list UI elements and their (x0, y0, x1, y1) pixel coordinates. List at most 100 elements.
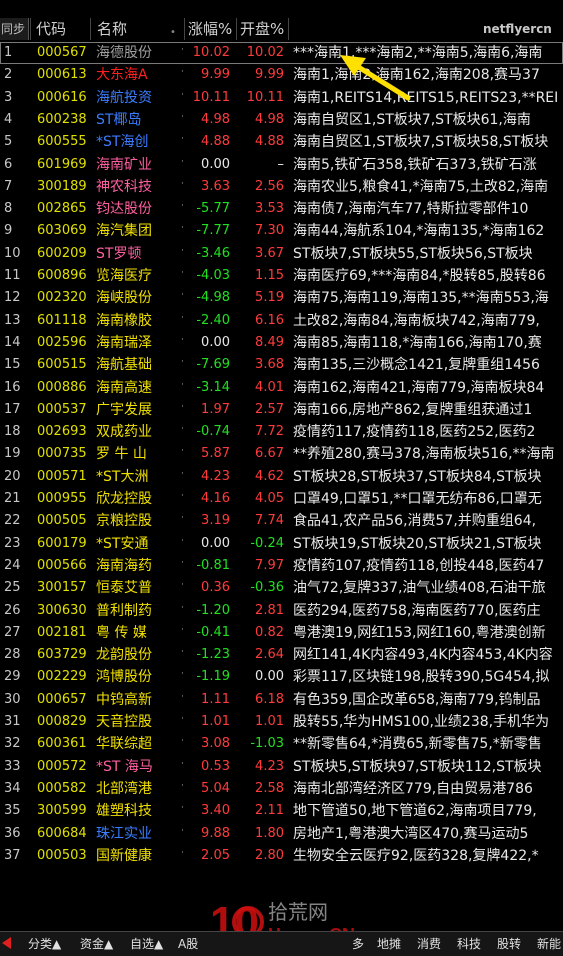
change-percent: 10.02 (192, 45, 230, 60)
table-row[interactable]: 35 300599 雄塑科技 · 3.40 2.11 地下管道50,地下管道62,海南项目7… (0, 800, 563, 822)
change-percent: 3.19 (201, 513, 230, 529)
table-row[interactable]: 16 000886 海南高速 · -3.14 4.01 海南162,海南421,海南779,… (0, 377, 563, 399)
table-row[interactable]: 31 000829 天音控股 · 1.01 1.01 股转55,华为HMS100,业绩238… (0, 711, 563, 733)
code-column-header[interactable]: 代码 (36, 18, 66, 40)
table-row[interactable]: 25 300157 恒泰艾普 · 0.36 -0.36 油气72,复牌337,油气业绩408… (0, 577, 563, 599)
row-index: 5 (4, 134, 13, 150)
table-row[interactable]: 4 600238 ST椰岛 · 4.98 4.98 海南自贸区1,ST板块7,ST板块61,… (0, 109, 563, 131)
table-row[interactable]: 32 600361 华联综超 · 3.08 -1.03 **新零售64,*消费65,新零售7… (0, 733, 563, 755)
table-row[interactable]: 30 000657 中钨高新 · 1.11 6.18 有色359,国企改革658,海南779… (0, 689, 563, 711)
stock-name: 鸿博股份 (96, 669, 152, 686)
change-percent: 4.98 (201, 111, 230, 127)
open-percent: 10.02 (246, 45, 284, 60)
bottom-tab[interactable]: 新能 (537, 935, 561, 953)
change-percent: 3.08 (201, 736, 230, 752)
table-row[interactable]: 24 000566 海南海药 · -0.81 7.97 疫情药107,疫情药118,创投44… (0, 555, 563, 577)
table-row[interactable]: 37 000503 国新健康 · 2.05 2.80 生物安全云医疗92,医药328,复牌4… (0, 845, 563, 867)
stock-name: 海南橡胶 (96, 312, 152, 329)
change-column-header[interactable]: 涨幅% (188, 18, 232, 40)
table-row[interactable]: 7 300189 神农科技 · 3.63 2.56 海南农业5,粮食41,*海南75,土改8… (0, 176, 563, 198)
stock-name: 欣龙控股 (96, 491, 152, 507)
row-index: 17 (4, 401, 21, 417)
stock-code: 600555 (37, 134, 87, 150)
table-row[interactable]: 34 000582 北部湾港 · 5.04 2.58 海南北部湾经济区779,自由贸易港78… (0, 778, 563, 800)
stock-code: 600896 (37, 268, 87, 283)
change-percent: 3.40 (201, 803, 230, 819)
bottom-tab[interactable]: 分类▲ (28, 935, 61, 953)
concept-tags: ST板块5,ST板块97,ST板块112,ST板块 (293, 758, 542, 775)
bottom-tab[interactable]: 地摊 (377, 935, 401, 953)
table-row[interactable]: 27 002181 粤 传 媒 · -0.41 0.82 粤港澳19,网红153,网红160… (0, 622, 563, 644)
bottom-tab[interactable]: A股 (178, 935, 198, 953)
change-percent: 1.11 (201, 691, 230, 707)
change-percent: -1.19 (196, 669, 230, 685)
table-row[interactable]: 20 000571 *ST大洲 · 4.23 4.62 ST板块28,ST板块37,ST板块… (0, 466, 563, 488)
table-row[interactable]: 1 000567 海德股份 · 10.02 10.02 ***海南1,***海南2,**海南… (0, 42, 563, 64)
bottom-tab[interactable]: 消费 (417, 935, 441, 953)
table-row[interactable]: 13 601118 海南橡胶 · -2.40 6.16 土改82,海南84,海南板块742,… (0, 310, 563, 332)
scroll-left-icon[interactable] (2, 937, 11, 949)
concept-tags: 海南5,铁矿石358,铁矿石373,铁矿石涨 (293, 156, 537, 173)
change-percent: -4.98 (196, 290, 230, 306)
change-percent: 3.63 (201, 178, 230, 194)
stock-code: 002693 (37, 424, 87, 440)
table-row[interactable]: 28 603729 龙韵股份 · -1.23 2.64 网红141,4K内容493,4K内容… (0, 644, 563, 666)
column-divider (236, 18, 237, 40)
column-header: 同步 代码 名称 • 涨幅% 开盘% netflyercn (0, 0, 563, 43)
row-index: 10 (4, 245, 21, 261)
stock-code: 000571 (37, 468, 87, 484)
stock-name: 普利制药 (96, 602, 152, 619)
concept-tags: 有色359,国企改革658,海南779,钨制品 (293, 691, 541, 708)
stock-code: 000503 (37, 847, 87, 863)
open-percent: 7.97 (255, 557, 284, 573)
table-row[interactable]: 2 000613 大东海A · 9.99 9.99 海南1,海南2,海南162,海南208,… (0, 64, 563, 86)
change-percent: 4.23 (201, 468, 230, 484)
table-row[interactable]: 3 000616 海航投资 · 10.11 10.11 海南1,REITS14,REITS1… (0, 87, 563, 109)
open-column-header[interactable]: 开盘% (240, 18, 284, 40)
bottom-tab[interactable]: 资金▲ (80, 935, 113, 953)
table-row[interactable]: 14 002596 海南瑞泽 · 0.00 8.49 海南85,海南118,*海南166,海… (0, 332, 563, 354)
table-row[interactable]: 6 601969 海南矿业 · 0.00– 海南5,铁矿石358,铁矿石373,铁矿石涨 (0, 154, 563, 176)
table-row[interactable]: 33 000572 *ST 海马 · 0.53 4.23 ST板块5,ST板块97,ST板块… (0, 756, 563, 778)
table-row[interactable]: 9 603069 海汽集团 · -7.77 7.30 海南44,海航系104,*海南135,… (0, 220, 563, 242)
change-percent: 9.88 (201, 825, 230, 841)
row-index: 11 (4, 268, 21, 283)
table-row[interactable]: 5 600555 *ST海创 · 4.88 4.88 海南自贸区1,ST板块7,ST板块58… (0, 131, 563, 153)
table-row[interactable]: 26 300630 普利制药 · -1.20 2.81 医药294,医药758,海南医药77… (0, 600, 563, 622)
concept-tags: 生物安全云医疗92,医药328,复牌422,* (293, 847, 539, 864)
table-row[interactable]: 17 000537 广宇发展 · 1.97 2.57 海南166,房地产862,复牌重组获通… (0, 399, 563, 421)
table-row[interactable]: 21 000955 欣龙控股 · 4.16 4.05 口罩49,口罩51,**口罩无纺布86… (0, 488, 563, 510)
table-row[interactable]: 29 002229 鸿博股份 · -1.19 0.00 彩票117,区块链198,股转390… (0, 666, 563, 688)
table-row[interactable]: 11 600896 览海医疗 · -4.03 1.15 海南医疗69,***海南84,*股转… (0, 265, 563, 287)
stock-name: *ST 海马 (96, 758, 153, 775)
table-row[interactable]: 15 600515 海航基础 · -7.69 3.68 海南135,三沙概念1421,复牌重… (0, 354, 563, 376)
table-row[interactable]: 22 000505 京粮控股 · 3.19 7.74 食品41,农产品56,消费57,并购重… (0, 510, 563, 532)
bottom-tab[interactable]: 多 (352, 935, 364, 953)
table-row[interactable]: 19 000735 罗 牛 山 · 5.87 6.67 **养殖280,赛马378,海南板块… (0, 443, 563, 465)
table-row[interactable]: 10 600209 ST罗顿 · -3.46 3.67 ST板块7,ST板块55,ST板块5… (0, 243, 563, 265)
concept-tags: 疫情药117,疫情药118,医药252,医药2 (293, 424, 536, 441)
row-index: 37 (4, 847, 21, 863)
bottom-tab[interactable]: 股转 (497, 935, 521, 953)
table-row[interactable]: 36 600684 珠江实业 · 9.88 1.80 房地产1,粤港澳大湾区470,赛马运动… (0, 823, 563, 845)
change-percent: -0.81 (196, 557, 230, 573)
stock-name: 粤 传 媒 (96, 624, 147, 641)
table-row[interactable]: 12 002320 海峡股份 · -4.98 5.19 海南75,海南119,海南135,*… (0, 287, 563, 309)
row-index: 22 (4, 513, 21, 529)
sync-button[interactable]: 同步 (0, 18, 29, 40)
name-column-header[interactable]: 名称 (97, 18, 127, 40)
change-percent: -3.14 (196, 379, 230, 395)
stock-name: *ST安通 (96, 535, 149, 552)
table-row[interactable]: 18 002693 双成药业 · -0.74 7.72 疫情药117,疫情药118,医药25… (0, 421, 563, 443)
bottom-tab[interactable]: 科技 (457, 935, 481, 953)
table-row[interactable]: 23 600179 *ST安通 · 0.00 -0.24 ST板块19,ST板块20,ST板… (0, 533, 563, 555)
bottom-tab[interactable]: 自选▲ (130, 935, 163, 953)
row-index: 15 (4, 357, 21, 373)
change-percent: -2.40 (196, 312, 230, 328)
change-percent: -1.23 (196, 647, 230, 663)
open-percent: 3.67 (255, 245, 284, 261)
concept-column-header[interactable]: netflyercn (483, 18, 552, 40)
stock-name: 雄塑科技 (96, 803, 152, 820)
concept-tags: 海南44,海航系104,*海南135,*海南162 (293, 223, 545, 240)
table-row[interactable]: 8 002865 钧达股份 · -5.77 3.53 海南债7,海南汽车77,特斯拉零部件1… (0, 198, 563, 220)
